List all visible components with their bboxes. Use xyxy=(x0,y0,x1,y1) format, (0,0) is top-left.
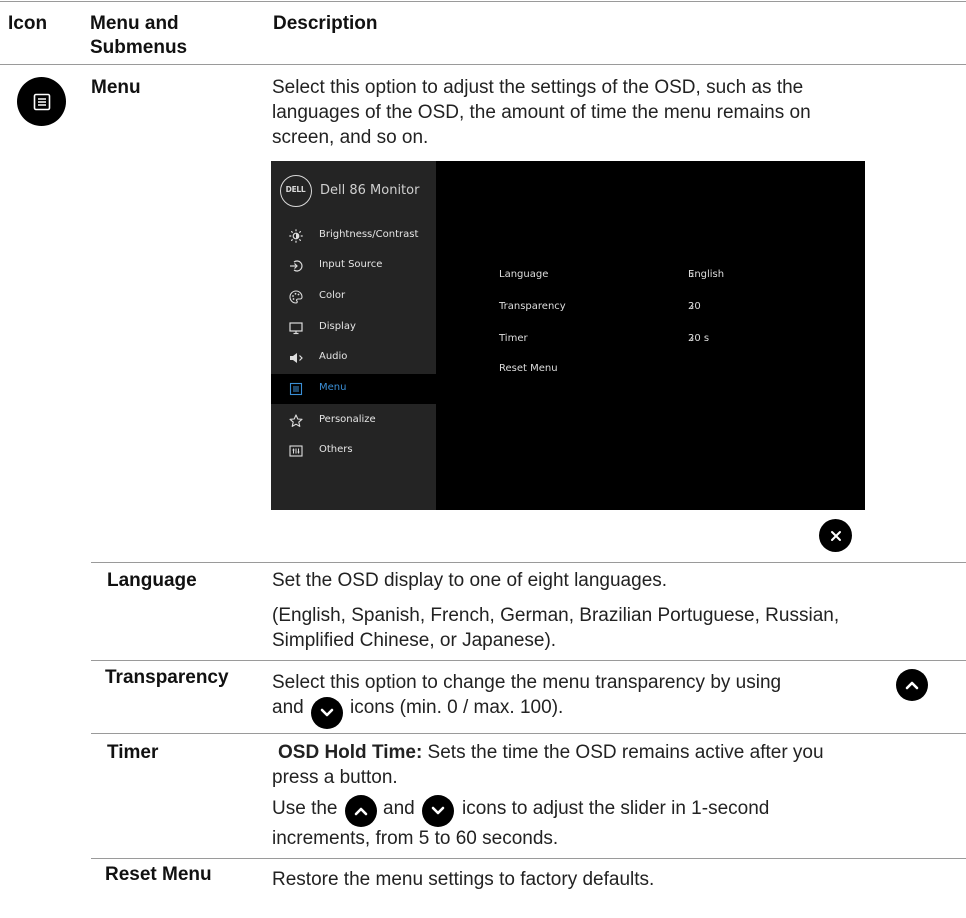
osd-sidebar-item-label: Input Source xyxy=(319,259,383,270)
timer-desc-use: Use the xyxy=(272,798,338,819)
reset-menu-desc: Restore the menu settings to factory def… xyxy=(272,869,655,890)
osd-row-value: English xyxy=(688,269,725,280)
osd-row-label: Reset Menu xyxy=(499,363,558,374)
others-icon xyxy=(289,444,303,458)
brightness-icon xyxy=(289,229,303,243)
language-desc-line3: Simplified Chinese, or Japanese). xyxy=(272,630,557,651)
language-desc-line1: Set the OSD display to one of eight lang… xyxy=(272,570,668,591)
osd-sidebar-item-others: Others xyxy=(271,436,436,466)
transparency-desc-and: and xyxy=(272,697,304,718)
osd-sidebar-item-label: Brightness/Contrast xyxy=(319,229,419,240)
language-title: Language xyxy=(107,570,197,591)
dell-logo-text: DELL xyxy=(285,185,306,194)
timer-desc-line4: increments, from 5 to 60 seconds. xyxy=(272,828,559,849)
header-top-rule xyxy=(0,1,966,2)
menu-desc-line2: languages of the OSD, the amount of time… xyxy=(272,102,811,123)
header-menu-line1: Menu and xyxy=(90,13,179,34)
osd-sidebar-item-label: Color xyxy=(319,290,346,301)
header-bottom-rule xyxy=(0,64,966,65)
header-description: Description xyxy=(273,13,378,34)
menu-desc-line3: screen, and so on. xyxy=(272,127,429,148)
osd-row-label: Language xyxy=(499,269,549,280)
down-arrow-icon xyxy=(311,697,343,729)
osd-hold-time-label: OSD Hold Time: xyxy=(278,742,423,763)
osd-sidebar-item-label: Display xyxy=(319,321,356,332)
osd-sidebar-item-display: Display xyxy=(271,313,436,343)
osd-screenshot: DELL Dell 86 Monitor Brightness/Contrast… xyxy=(271,161,865,510)
osd-sidebar-item-label: Audio xyxy=(319,351,348,362)
menu-desc-line1: Select this option to adjust the setting… xyxy=(272,77,804,98)
osd-sidebar-item-input-source: Input Source xyxy=(271,251,436,281)
menu-icon xyxy=(289,382,303,396)
header-icon: Icon xyxy=(8,13,48,34)
osd-row-value: 20 s xyxy=(688,333,710,344)
osd-row-label: Timer xyxy=(499,333,528,344)
timer-top-rule xyxy=(91,733,966,734)
speaker-icon xyxy=(289,351,303,365)
language-top-rule xyxy=(91,562,966,563)
osd-sidebar-item-personalize: Personalize xyxy=(271,406,436,436)
close-icon xyxy=(819,519,852,552)
timer-desc-and: and xyxy=(383,798,415,819)
transparency-top-rule xyxy=(91,660,966,661)
timer-title: Timer xyxy=(107,742,159,763)
osd-row-value: 20 xyxy=(688,301,701,312)
input-source-icon xyxy=(289,259,303,273)
transparency-title: Transparency xyxy=(105,667,229,688)
timer-desc-line1: OSD Hold Time: Sets the time the OSD rem… xyxy=(278,741,824,765)
header-menu-line2: Submenus xyxy=(90,37,188,58)
reset-menu-title: Reset Menu xyxy=(105,864,212,885)
up-arrow-icon xyxy=(896,669,928,701)
osd-sidebar-item-label: Personalize xyxy=(319,414,376,425)
transparency-desc-line1: Select this option to change the menu tr… xyxy=(272,672,782,693)
reset-menu-top-rule xyxy=(91,858,966,859)
menu-icon xyxy=(17,77,66,126)
dell-logo: DELL xyxy=(280,175,312,207)
osd-sidebar-item-audio: Audio xyxy=(271,343,436,373)
timer-desc-line1-rest: Sets the time the OSD remains active aft… xyxy=(422,742,824,763)
osd-sidebar-item-label: Others xyxy=(319,444,353,455)
osd-sidebar-item-color: Color xyxy=(271,282,436,312)
color-palette-icon xyxy=(289,290,303,304)
display-icon xyxy=(289,321,303,335)
osd-sidebar-item-brightness-contrast: Brightness/Contrast xyxy=(271,221,436,251)
star-icon xyxy=(289,414,303,428)
osd-sidebar-item-menu: Menu xyxy=(271,374,436,404)
osd-sidebar-item-label: Menu xyxy=(319,382,347,393)
transparency-desc-line2: icons (min. 0 / max. 100). xyxy=(350,697,564,718)
down-arrow-icon xyxy=(422,795,454,827)
menu-title: Menu xyxy=(91,77,141,98)
language-desc-line2: (English, Spanish, French, German, Brazi… xyxy=(272,605,840,626)
up-arrow-icon xyxy=(345,795,377,827)
osd-model-name: Dell 86 Monitor xyxy=(320,183,420,198)
timer-desc-line3: icons to adjust the slider in 1-second xyxy=(462,798,770,819)
timer-desc-line2: press a button. xyxy=(272,767,398,788)
osd-row-label: Transparency xyxy=(499,301,566,312)
